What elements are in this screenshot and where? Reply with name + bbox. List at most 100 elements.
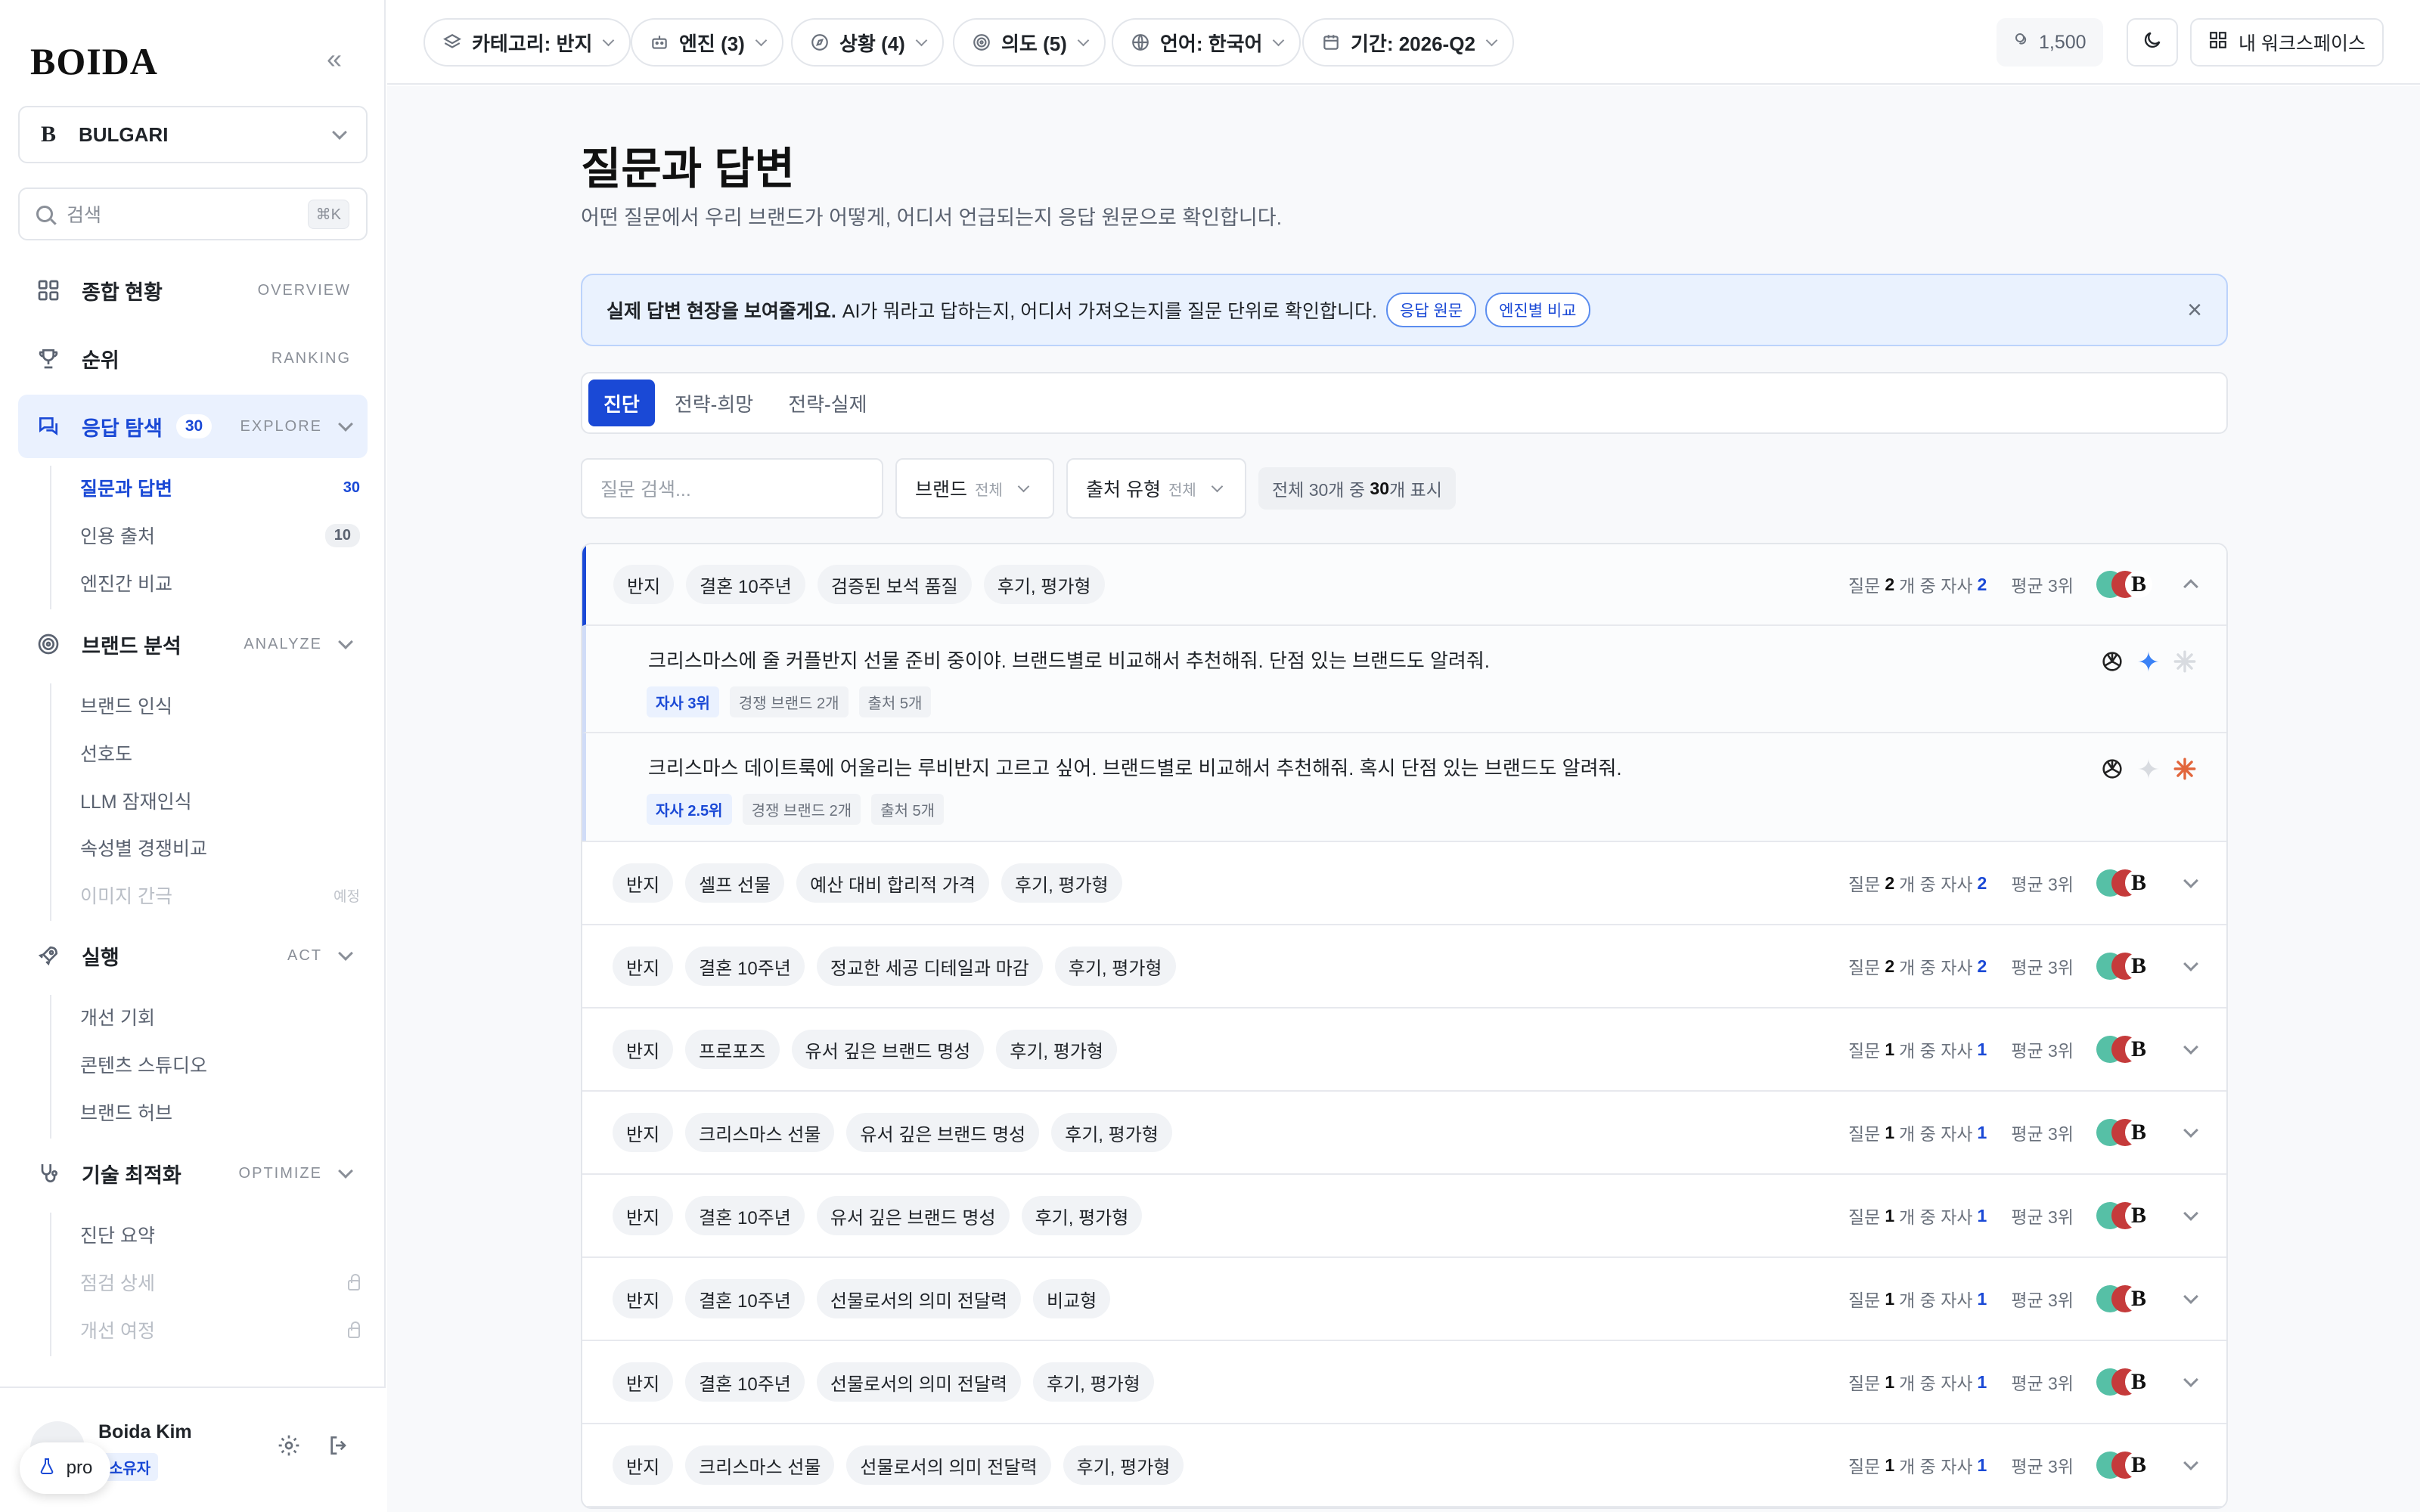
sidebar-item-engine-compare[interactable]: 엔진간 비교 (80, 564, 360, 602)
layers-icon (442, 32, 463, 53)
chevron-down-icon[interactable] (2183, 956, 2198, 971)
claude-icon[interactable] (2172, 649, 2198, 674)
workspace-button[interactable]: 내 워크스페이스 (2190, 18, 2384, 67)
brand-mark-icon: B (2125, 571, 2152, 598)
average-rank: 평균 3위 (2011, 576, 2074, 596)
tag-chip: 후기, 평가형 (1063, 1445, 1184, 1485)
sidebar-item-preference[interactable]: 선호도 (80, 734, 360, 772)
counter-prefix: 전체 30개 중 (1272, 480, 1366, 500)
tab-strategy-desired[interactable]: 전략-희망 (659, 380, 768, 426)
brand-selector[interactable]: B BULGARI (18, 106, 368, 163)
question-group-header[interactable]: 반지 셀프 선물 예산 대비 합리적 가격 후기, 평가형 질문 2 개 중 자사 2 평균 3… (582, 842, 2226, 924)
chevron-down-icon[interactable] (338, 634, 353, 649)
list-filters: 질문 검색... 브랜드 전체 출처 유형 전체 전체 30개 중 30 개 표시 (581, 458, 1456, 519)
filter-intent[interactable]: 의도 (5) (953, 18, 1106, 67)
sidebar-item-attribute-compare[interactable]: 속성별 경쟁비교 (80, 829, 360, 866)
gemini-icon[interactable] (2136, 649, 2161, 674)
sidebar-item-brand-hub[interactable]: 브랜드 허브 (80, 1093, 360, 1131)
sub-label: LLM 잠재인식 (80, 792, 192, 813)
meta-q-prefix: 질문 (1848, 1041, 1881, 1061)
meta-q-mid: 개 중 자사 (1899, 1374, 1973, 1393)
banner-tag-raw-response[interactable]: 응답 원문 (1385, 293, 1477, 327)
chevron-down-icon[interactable] (338, 417, 353, 432)
nav-explore[interactable]: 응답 탐색 30 EXPLORE (18, 395, 368, 458)
sidebar-item-diagnosis-summary[interactable]: 진단 요약 (80, 1216, 360, 1253)
group-meta: 질문 1 개 중 자사 1 평균 3위 B (1848, 1202, 2198, 1229)
question-group: 반지 결혼 10주년 유서 깊은 브랜드 명성 후기, 평가형 질문 1 개 중 자사 1 평균… (582, 1175, 2226, 1258)
sidebar-item-llm-latent[interactable]: LLM 잠재인식 (80, 782, 360, 820)
sidebar-item-citations[interactable]: 인용 출처 10 (80, 516, 360, 554)
meta-q-mid: 개 중 자사 (1899, 1041, 1973, 1061)
brand-filter-dropdown[interactable]: 브랜드 전체 (895, 458, 1054, 519)
average-rank: 평균 3위 (2011, 1041, 2074, 1061)
claude-icon[interactable] (2172, 756, 2198, 782)
logo[interactable]: BOIDA (30, 39, 158, 83)
tab-strategy-actual[interactable]: 전략-실제 (773, 380, 882, 426)
explore-submenu: 질문과 답변 30 인용 출처 10 엔진간 비교 (50, 466, 368, 609)
sub-label: 점검 상세 (80, 1273, 155, 1294)
question-group-header[interactable]: 반지 결혼 10주년 선물로서의 의미 전달력 후기, 평가형 질문 1 개 중 자사 1 평균… (582, 1341, 2226, 1423)
filter-situation[interactable]: 상황 (4) (791, 18, 944, 67)
sidebar-item-brand-awareness[interactable]: 브랜드 인식 (80, 686, 360, 724)
tag-chip: 반지 (613, 863, 674, 903)
question-group-header[interactable]: 반지 결혼 10주년 검증된 보석 품질 후기, 평가형 질문 2 개 중 자사 2 평균 3위… (582, 544, 2226, 626)
filter-period[interactable]: 기간: 2026-Q2 (1302, 18, 1514, 67)
question-group-header[interactable]: 반지 크리스마스 선물 선물로서의 의미 전달력 후기, 평가형 질문 1 개 중 자사 1 평… (582, 1424, 2226, 1506)
nav-optimize[interactable]: 기술 최적화 OPTIMIZE (18, 1142, 368, 1205)
filter-category[interactable]: 카테고리: 반지 (424, 18, 631, 67)
question-group-header[interactable]: 반지 프로포즈 유서 깊은 브랜드 명성 후기, 평가형 질문 1 개 중 자사 1 평균 3위… (582, 1009, 2226, 1090)
plan-chip[interactable]: pro (20, 1442, 110, 1494)
question-search-input[interactable]: 질문 검색... (581, 458, 883, 519)
question-group-header[interactable]: 반지 결혼 10주년 선물로서의 의미 전달력 비교형 질문 1 개 중 자사 1 평균 3위 B (582, 1258, 2226, 1340)
chevron-down-icon[interactable] (2183, 1372, 2198, 1387)
logout-icon[interactable] (327, 1433, 354, 1461)
question-group-header[interactable]: 반지 크리스마스 선물 유서 깊은 브랜드 명성 후기, 평가형 질문 1 개 중 자사 1 평… (582, 1092, 2226, 1173)
sidebar-item-opportunities[interactable]: 개선 기회 (80, 998, 360, 1036)
collapse-sidebar-icon[interactable]: « (319, 44, 349, 74)
nav-ranking[interactable]: 순위 RANKING (18, 327, 368, 390)
meta-q-prefix: 질문 (1848, 576, 1881, 596)
theme-toggle[interactable] (2127, 18, 2178, 67)
nav-analyze[interactable]: 브랜드 분석 ANALYZE (18, 612, 368, 676)
gemini-icon[interactable] (2136, 756, 2161, 782)
competitor-count: 경쟁 브랜드 2개 (729, 686, 849, 717)
workspace-label: 내 워크스페이스 (2238, 33, 2366, 54)
analyze-submenu: 브랜드 인식 선호도 LLM 잠재인식 속성별 경쟁비교 이미지 간극 예정 (50, 683, 368, 921)
brand-name: BULGARI (79, 122, 169, 146)
chevron-down-icon[interactable] (2183, 1040, 2198, 1055)
banner-tag-engine-compare[interactable]: 엔진별 비교 (1485, 293, 1590, 327)
chatgpt-icon[interactable] (2099, 756, 2125, 782)
chevron-down-icon[interactable] (2183, 1206, 2198, 1221)
credit-balance[interactable]: 1,500 (1996, 18, 2103, 67)
chevron-down-icon[interactable] (338, 1163, 353, 1179)
coming-soon-tag: 예정 (334, 888, 360, 905)
question-group-header[interactable]: 반지 결혼 10주년 유서 깊은 브랜드 명성 후기, 평가형 질문 1 개 중 자사 1 평균… (582, 1175, 2226, 1256)
chatgpt-icon[interactable] (2099, 649, 2125, 674)
settings-icon[interactable] (277, 1433, 304, 1461)
filter-engine[interactable]: 엔진 (3) (631, 18, 783, 67)
nav-act[interactable]: 실행 ACT (18, 924, 368, 987)
sub-label: 개선 여정 (80, 1321, 155, 1342)
question-row[interactable]: 크리스마스에 줄 커플반지 선물 준비 중이야. 브랜드별로 비교해서 추천해줘… (582, 626, 2226, 733)
chevron-down-icon[interactable] (2183, 1289, 2198, 1304)
question-group-header[interactable]: 반지 결혼 10주년 정교한 세공 디테일과 마감 후기, 평가형 질문 2 개 중 자사 2… (582, 925, 2226, 1007)
chevron-down-icon[interactable] (2183, 1123, 2198, 1138)
close-icon[interactable]: × (2187, 296, 2202, 325)
chevron-down-icon[interactable] (2183, 873, 2198, 888)
tag-chip: 유서 깊은 브랜드 명성 (846, 1113, 1040, 1152)
source-type-dropdown[interactable]: 출처 유형 전체 (1066, 458, 1246, 519)
group-meta: 질문 1 개 중 자사 1 평균 3위 B (1848, 1368, 2198, 1396)
nav-overview[interactable]: 종합 현황 OVERVIEW (18, 259, 368, 322)
chevron-down-icon[interactable] (338, 946, 353, 961)
chevron-up-icon[interactable] (2183, 579, 2198, 594)
sidebar-search-input[interactable]: 검색 ⌘K (18, 187, 368, 240)
meta-q-prefix: 질문 (1848, 958, 1881, 978)
filter-language[interactable]: 언어: 한국어 (1112, 18, 1302, 67)
question-row[interactable]: 크리스마스 데이트룩에 어울리는 루비반지 고르고 싶어. 브랜드별로 비교해서… (582, 733, 2226, 841)
search-icon (36, 206, 53, 222)
sidebar-item-content-studio[interactable]: 콘텐츠 스튜디오 (80, 1046, 360, 1083)
tag-chip: 예산 대비 합리적 가격 (796, 863, 989, 903)
chevron-down-icon[interactable] (2183, 1455, 2198, 1470)
sidebar-item-qa[interactable]: 질문과 답변 30 (80, 469, 360, 507)
tab-diagnosis[interactable]: 진단 (588, 380, 655, 426)
